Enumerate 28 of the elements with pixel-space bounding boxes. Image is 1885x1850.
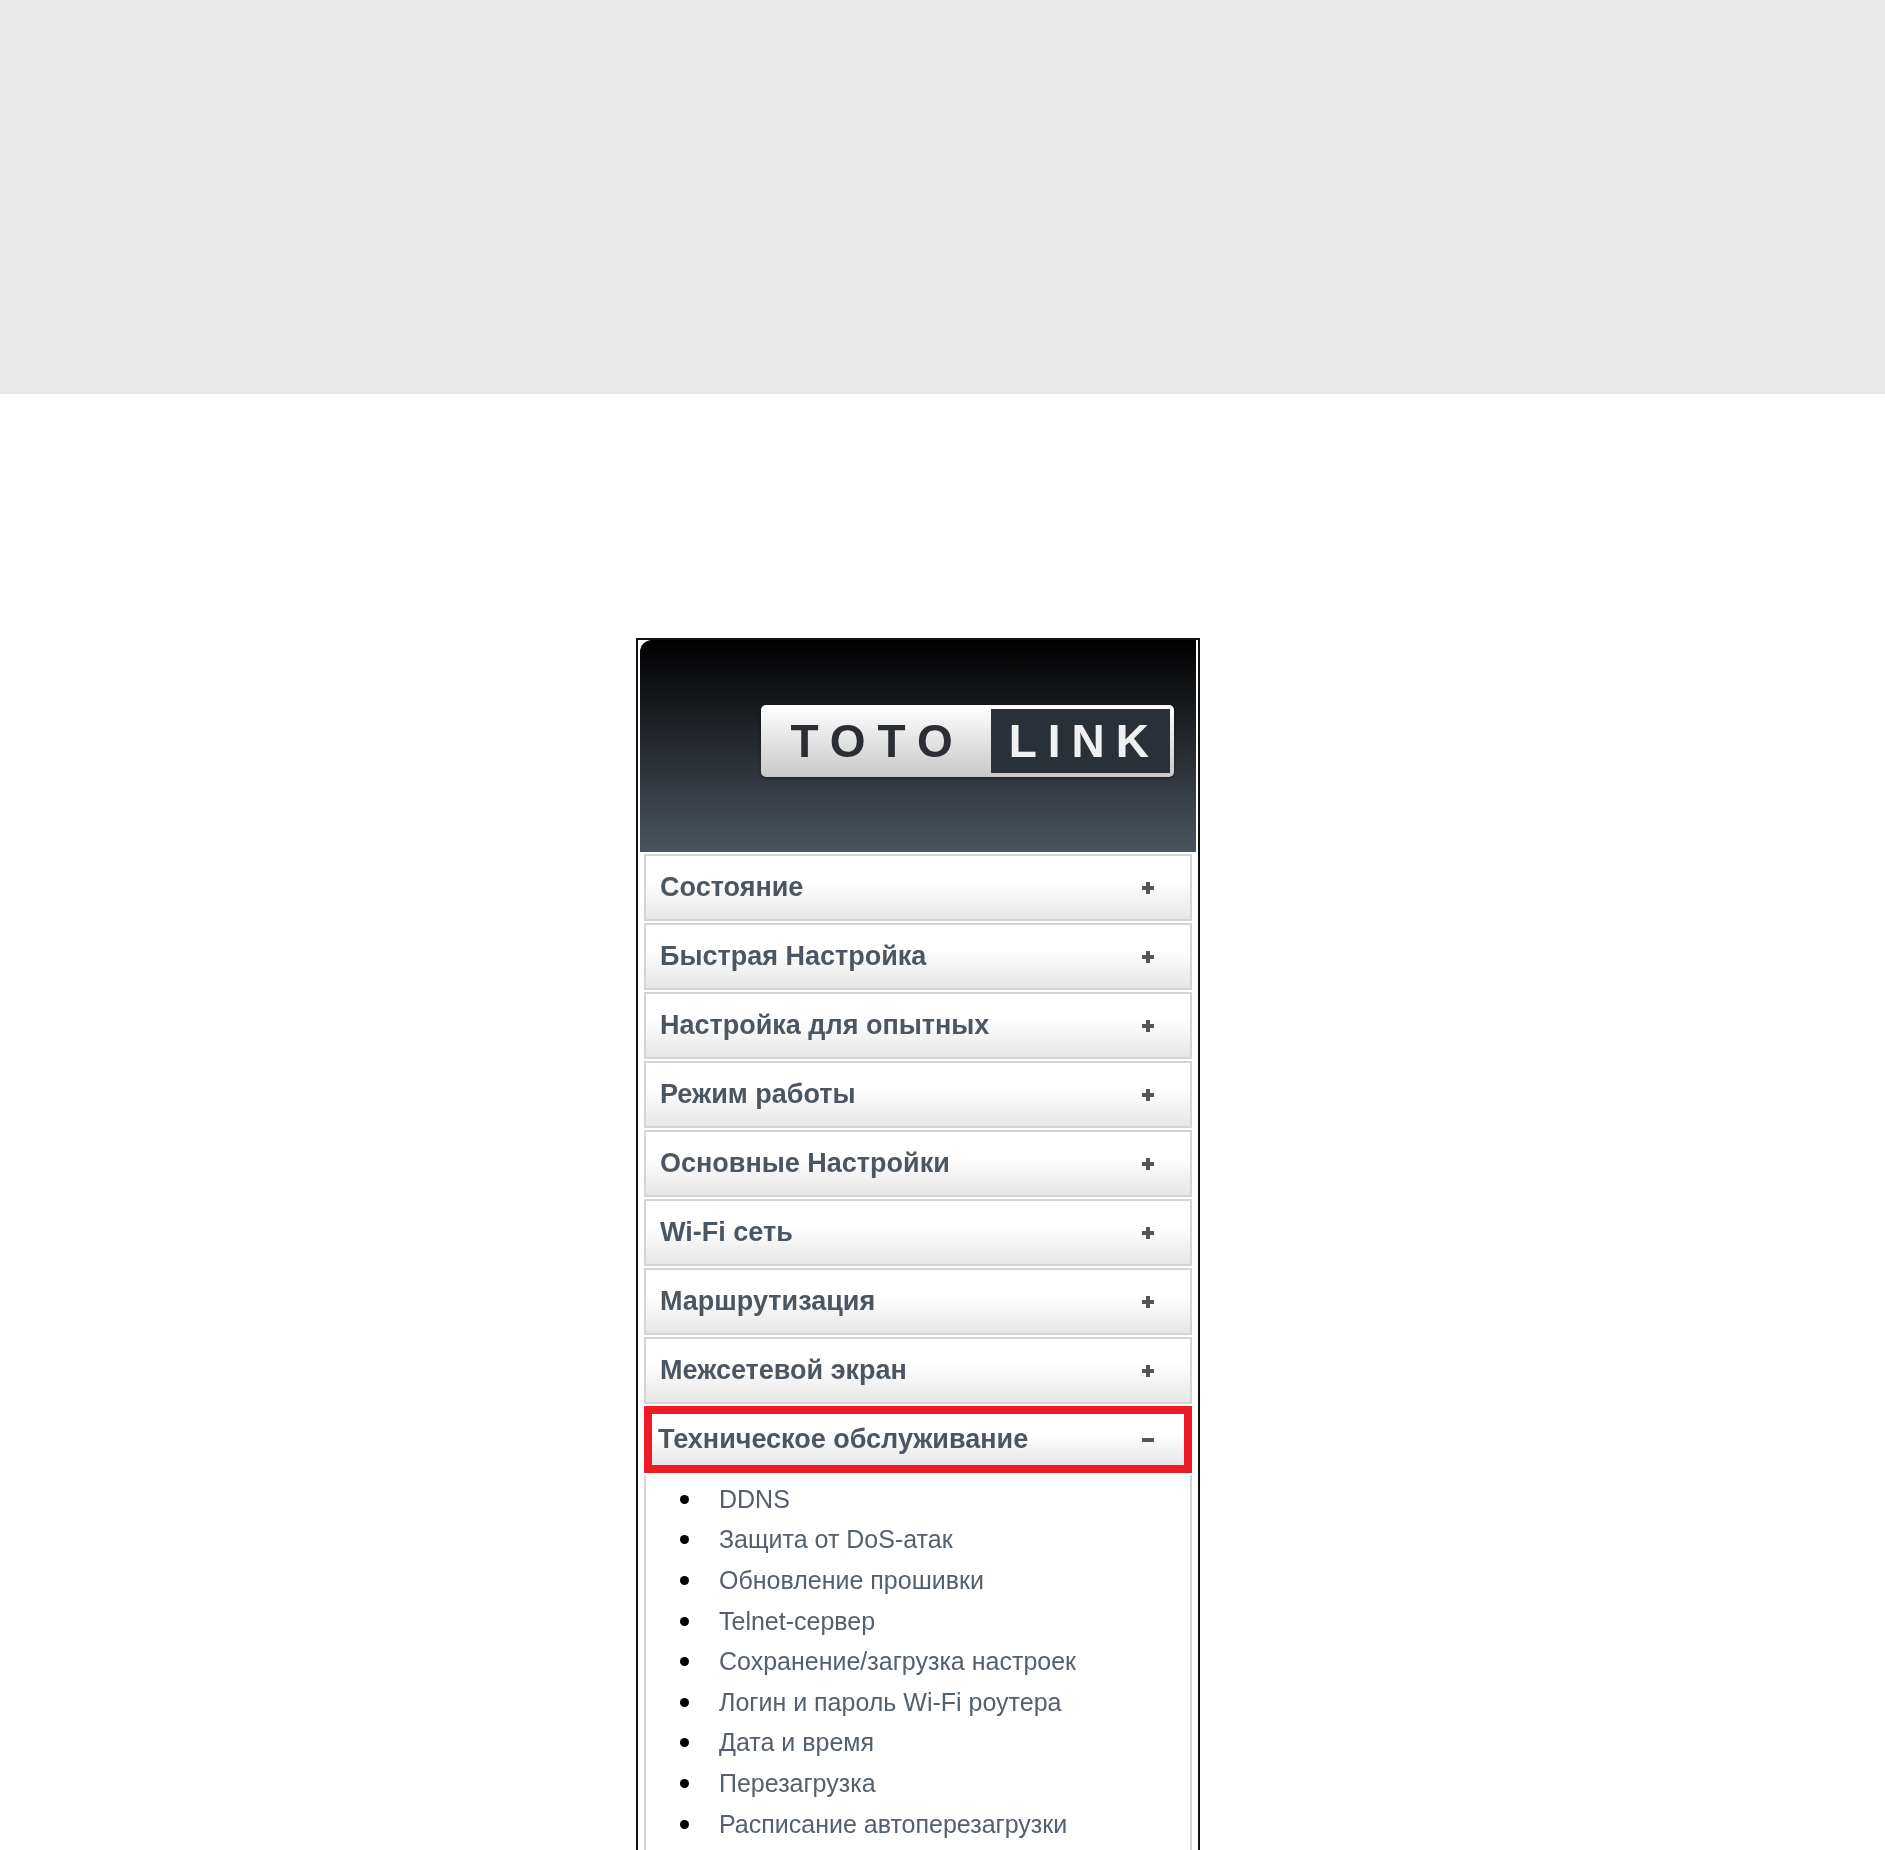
bullet-icon — [680, 1576, 689, 1585]
bullet-icon — [680, 1778, 689, 1788]
submenu-link[interactable]: Расписание автоперезагрузки — [719, 1809, 1068, 1839]
bullet-icon — [680, 1697, 689, 1707]
bullet-icon — [680, 1535, 689, 1545]
bullet-icon — [680, 1616, 689, 1626]
bullet-icon — [680, 1738, 689, 1748]
logo: TOTO LINK — [760, 705, 1174, 777]
submenu-link[interactable]: Перезагрузка — [719, 1768, 876, 1798]
submenu-link[interactable]: Сохранение/загрузка настроек — [719, 1647, 1077, 1677]
menu-item[interactable]: Состояние — [644, 854, 1192, 921]
highlighted-menu-item[interactable]: Техническое обслуживание — [644, 1406, 1192, 1473]
menu-item[interactable]: Маршрутизация — [644, 1268, 1192, 1335]
submenu-link[interactable]: Логин и пароль Wi-Fi роутера — [719, 1687, 1062, 1717]
submenu-link[interactable]: DDNS — [719, 1484, 790, 1514]
submenu-link[interactable]: Дата и время — [719, 1728, 875, 1758]
bullet-icon — [680, 1819, 689, 1829]
menu-item[interactable]: Настройка для опытных — [644, 992, 1192, 1059]
submenu-link[interactable]: Telnet-сервер — [719, 1606, 876, 1636]
menu-item[interactable]: Режим работы — [644, 1061, 1192, 1128]
submenu-link[interactable]: Обновление прошивки — [719, 1566, 984, 1595]
menu-item[interactable]: Wi-Fi сеть — [644, 1199, 1192, 1266]
bullet-icon — [680, 1657, 689, 1667]
bullet-icon — [680, 1494, 689, 1504]
menu-item[interactable]: Быстрая Настройка — [644, 923, 1192, 990]
menu-item[interactable]: Межсетевой экран — [644, 1337, 1192, 1404]
menu-item[interactable]: Основные Настройки — [644, 1130, 1192, 1197]
submenu-link[interactable]: Защита от DoS-атак — [719, 1525, 953, 1555]
